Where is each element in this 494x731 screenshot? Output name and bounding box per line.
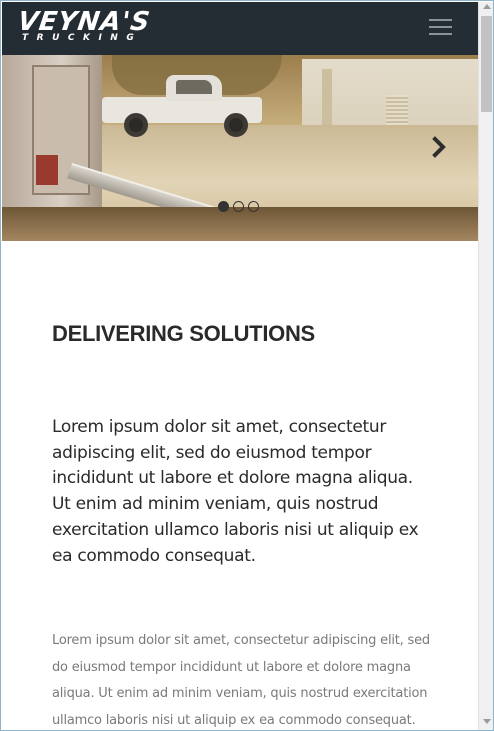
- pickup-wheel: [124, 113, 148, 137]
- hamburger-bar: [429, 33, 452, 35]
- lead-paragraph: Lorem ipsum dolor sit amet, consectetur …: [52, 417, 419, 566]
- truck-taillight: [36, 155, 58, 185]
- scroll-up-arrow-icon[interactable]: [483, 4, 491, 9]
- hamburger-menu-icon[interactable]: [427, 15, 455, 41]
- brand-logo[interactable]: VEYNA'S TRUCKING: [16, 7, 170, 48]
- hamburger-bar: [429, 26, 452, 28]
- brand-tagline: TRUCKING: [22, 33, 143, 43]
- hero-carousel: [2, 55, 478, 241]
- scroll-thumb[interactable]: [481, 16, 492, 112]
- scroll-down-arrow-icon[interactable]: [483, 719, 491, 724]
- vertical-scrollbar[interactable]: [478, 2, 493, 730]
- carousel-dot-2[interactable]: [233, 201, 244, 212]
- section-heading: DELIVERING SOLUTIONS: [52, 321, 315, 346]
- navbar: VEYNA'S TRUCKING: [2, 2, 478, 55]
- pickup-wheel: [224, 113, 248, 137]
- carousel-dot-1[interactable]: [218, 201, 229, 212]
- hero-image-moving-truck: [2, 55, 102, 215]
- browser-viewport: VEYNA'S TRUCKING DELIVERING SOLUTIONS Lo…: [0, 0, 494, 731]
- carousel-dot-3[interactable]: [248, 201, 259, 212]
- hero-image-pickup-truck: [102, 75, 264, 137]
- body-paragraph: Lorem ipsum dolor sit amet, consectetur …: [52, 633, 430, 729]
- hero-image-floor: [2, 207, 478, 241]
- chevron-right-icon[interactable]: [430, 135, 450, 159]
- pickup-window: [176, 80, 212, 94]
- hamburger-bar: [429, 19, 452, 21]
